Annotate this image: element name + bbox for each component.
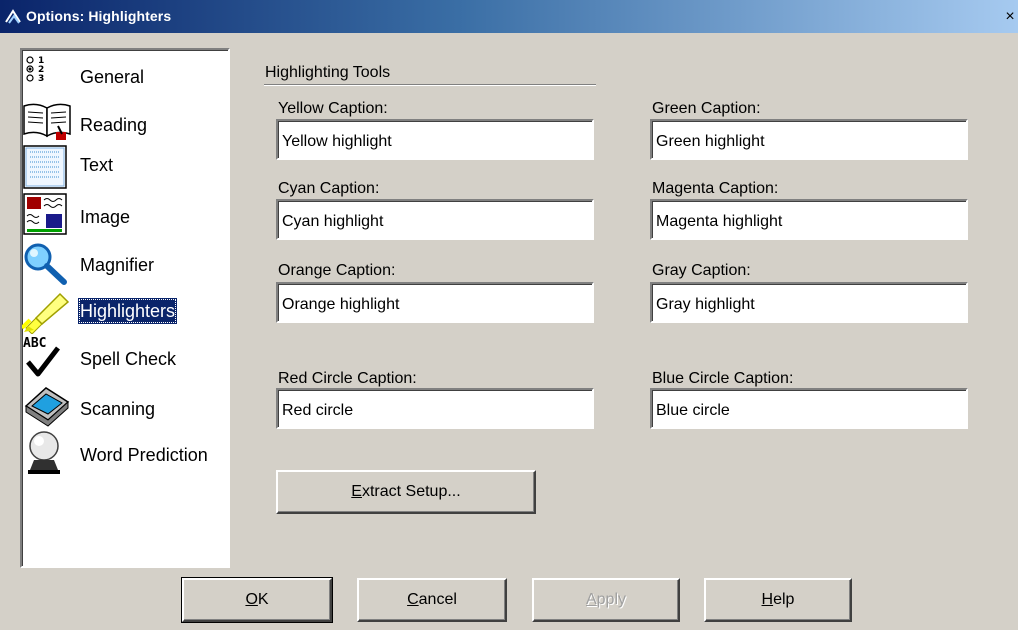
sidebar-item-scanning[interactable]: Scanning <box>22 382 228 428</box>
text-page-icon <box>23 145 67 189</box>
title-bar: Options: Highlighters × <box>0 0 1018 33</box>
sidebar-item-general[interactable]: 1 2 3 General <box>22 52 228 98</box>
cyan-caption-input[interactable] <box>276 199 594 240</box>
extract-setup-button[interactable]: Extract Setup... <box>276 470 536 514</box>
sidebar-item-label: Reading <box>80 115 148 135</box>
sidebar-item-label: General <box>80 67 145 87</box>
yellow-caption-label: Yellow Caption: <box>278 100 388 117</box>
book-icon <box>23 103 71 140</box>
magenta-caption-label: Magenta Caption: <box>652 180 779 197</box>
sidebar-item-reading[interactable]: Reading <box>22 98 228 144</box>
button-label: ancel <box>418 591 457 608</box>
help-button[interactable]: Help <box>704 578 852 622</box>
mnemonic: C <box>407 591 419 608</box>
magnifier-icon <box>24 243 67 285</box>
gray-caption-label: Gray Caption: <box>652 262 751 279</box>
sidebar-item-spell-check[interactable]: ABC Spell Check <box>22 334 228 380</box>
svg-text:3: 3 <box>38 74 44 84</box>
category-list[interactable]: 1 2 3 General Reading Text Image Magnifi… <box>20 48 230 568</box>
mnemonic: E <box>351 483 362 500</box>
blue-circle-caption-label: Blue Circle Caption: <box>652 370 794 387</box>
spell-check-icon: ABC <box>23 336 60 377</box>
green-caption-input[interactable] <box>650 119 968 160</box>
green-caption-label: Green Caption: <box>652 100 761 117</box>
gray-caption-input[interactable] <box>650 282 968 323</box>
mnemonic: A <box>585 591 597 608</box>
sidebar-item-image[interactable]: Image <box>22 192 228 238</box>
image-icon <box>23 193 67 235</box>
crystal-ball-icon <box>28 431 60 474</box>
sidebar-item-label: Magnifier <box>80 255 155 275</box>
numbered-options-icon: 1 2 3 <box>26 56 44 84</box>
sidebar-item-label: Text <box>80 155 114 175</box>
apply-button[interactable]: Apply <box>532 578 680 622</box>
mnemonic: H <box>761 591 774 608</box>
cancel-button[interactable]: Cancel <box>357 578 507 622</box>
blue-circle-caption-input[interactable] <box>650 388 968 429</box>
button-label: xtract Setup... <box>361 483 461 500</box>
button-label: K <box>257 591 269 608</box>
scanner-icon <box>24 387 70 427</box>
sidebar-item-word-prediction[interactable]: Word Prediction <box>22 430 228 476</box>
orange-caption-input[interactable] <box>276 282 594 323</box>
button-label: pply <box>596 591 627 608</box>
highlighter-icon <box>22 292 70 334</box>
group-separator <box>264 84 596 86</box>
sidebar-item-text[interactable]: Text <box>22 144 228 190</box>
app-icon <box>5 9 21 24</box>
ok-button[interactable]: OK <box>181 577 333 623</box>
sidebar-item-highlighters[interactable]: Highlighters <box>22 288 228 334</box>
sidebar-item-label: Word Prediction <box>80 445 208 465</box>
red-circle-caption-input[interactable] <box>276 388 594 429</box>
svg-text:ABC: ABC <box>23 336 46 351</box>
sidebar-item-label: Highlighters <box>78 298 178 324</box>
sidebar-item-label: Spell Check <box>80 349 177 369</box>
button-label: elp <box>773 591 795 608</box>
mnemonic: O <box>245 591 258 608</box>
group-title: Highlighting Tools <box>265 64 391 81</box>
sidebar-item-label: Scanning <box>80 399 156 419</box>
window-title: Options: Highlighters <box>26 8 172 24</box>
cyan-caption-label: Cyan Caption: <box>278 180 380 197</box>
sidebar-item-label: Image <box>80 207 131 227</box>
close-icon[interactable]: × <box>1002 8 1018 25</box>
yellow-caption-input[interactable] <box>276 119 594 160</box>
sidebar-item-magnifier[interactable]: Magnifier <box>22 242 228 288</box>
magenta-caption-input[interactable] <box>650 199 968 240</box>
orange-caption-label: Orange Caption: <box>278 262 396 279</box>
red-circle-caption-label: Red Circle Caption: <box>278 370 417 387</box>
